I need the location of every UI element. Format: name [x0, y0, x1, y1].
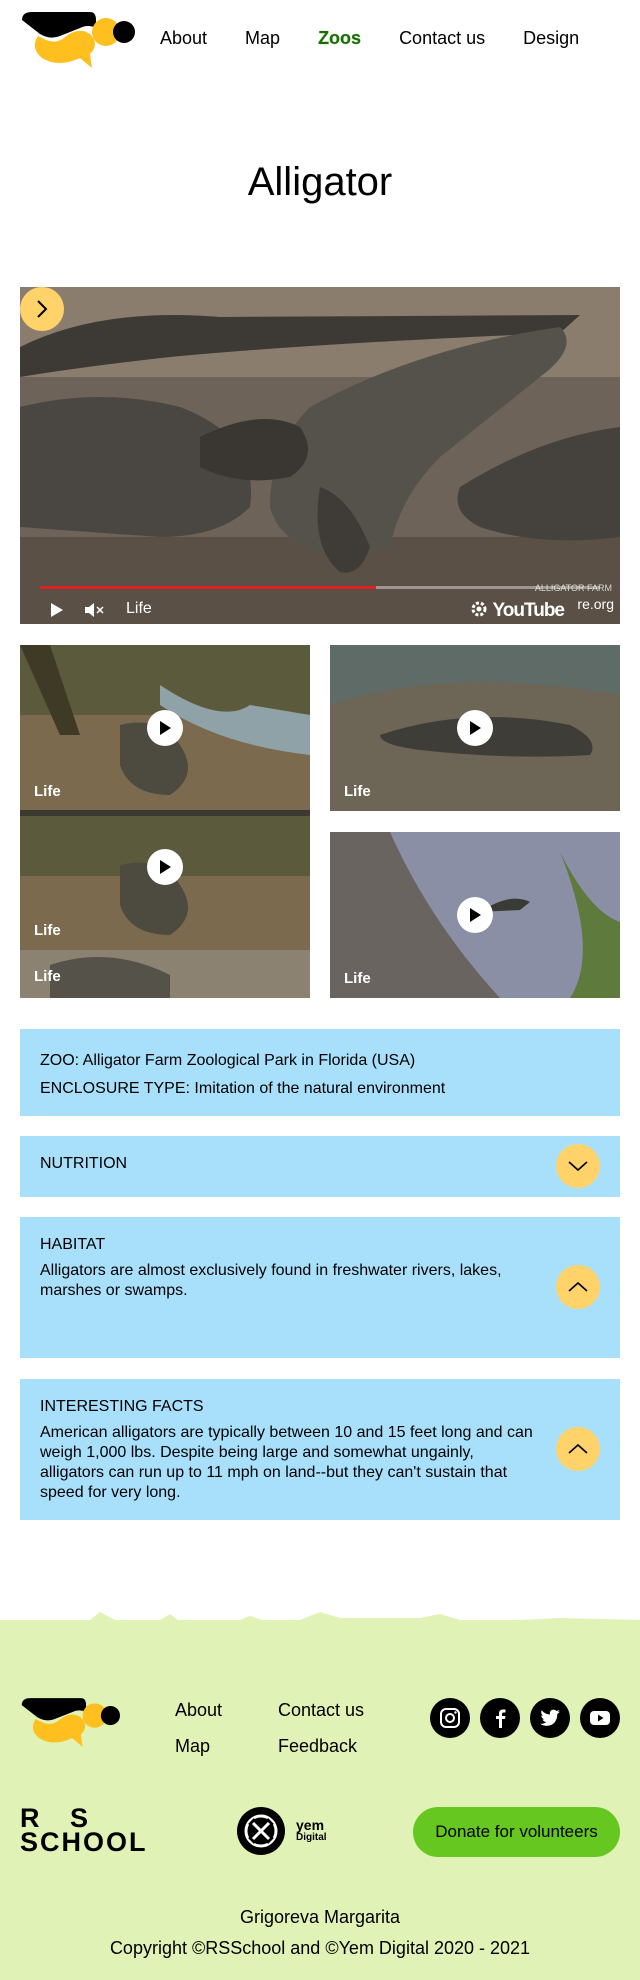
footer-author: Grigoreva Margarita [239, 1907, 401, 1927]
nav-item-about[interactable]: About [160, 28, 207, 49]
accordion-text: American alligators are typically betwee… [40, 1424, 533, 1501]
accordion-toggle-button[interactable] [556, 1265, 600, 1309]
play-icon [160, 860, 171, 874]
next-video-button[interactable] [20, 287, 64, 331]
twitter-glyph [540, 1709, 560, 1726]
accordion-toggle-button[interactable] [556, 1144, 600, 1188]
site-header: About Map Zoos Contact us Design [0, 0, 640, 80]
thumb-live-label: Life [344, 783, 371, 800]
youtube-logo[interactable]: YouTube [493, 600, 565, 622]
thumb-live-label: Life [344, 970, 371, 987]
rs-logo-line: SCHOOL [20, 1827, 148, 1857]
thumb-live-label: Life [34, 922, 61, 939]
play-button[interactable] [147, 710, 183, 746]
accordion-toggle-button[interactable] [556, 1427, 600, 1471]
video-progress-fill [40, 586, 376, 589]
accordion-title: HABITAT [40, 1236, 106, 1253]
accordion-nutrition[interactable]: NUTRITION [20, 1136, 620, 1197]
video-thumb-3[interactable]: Life [330, 832, 620, 998]
youtube-icon[interactable] [580, 1698, 620, 1738]
play-button[interactable] [457, 710, 493, 746]
play-icon [470, 908, 481, 922]
accordion-habitat[interactable]: HABITAT Alligators are almost exclusivel… [20, 1217, 620, 1358]
alligator-video-frame [20, 287, 620, 624]
footer-link-about[interactable]: About [175, 1700, 222, 1721]
footer-link-contact-us[interactable]: Contact us [278, 1700, 364, 1721]
mute-icon[interactable] [84, 602, 104, 618]
enclosure-type: ENCLOSURE TYPE: Imitation of the natural… [40, 1080, 446, 1097]
play-button[interactable] [457, 897, 493, 933]
accordion-text: Alligators are almost exclusively found … [40, 1262, 502, 1299]
facebook-icon[interactable] [480, 1698, 520, 1738]
chevron-up-icon [568, 1281, 588, 1292]
footer-logo[interactable] [20, 1695, 120, 1750]
gear-icon[interactable] [470, 600, 488, 618]
chevron-down-icon [568, 1161, 588, 1172]
site-logo[interactable] [20, 10, 135, 70]
main-nav: About Map Zoos Contact us Design [160, 28, 617, 49]
play-button[interactable] [147, 849, 183, 885]
yem-logo-subtext: Digital [296, 1832, 327, 1843]
chevron-right-icon [37, 300, 48, 318]
rs-school-logo[interactable]: R S SCHOOL [20, 1805, 148, 1857]
main-video-player[interactable]: ALLIGATOR FARM Life YouTube re.org [20, 287, 620, 624]
video-thumb-2[interactable]: Life [330, 645, 620, 811]
video-site-label: re.org [577, 596, 614, 612]
zoo-name: ZOO: Alligator Farm Zoological Park in F… [40, 1052, 416, 1069]
play-icon[interactable] [50, 602, 64, 618]
instagram-icon[interactable] [430, 1698, 470, 1738]
facebook-glyph [496, 1709, 506, 1728]
yem-logo-icon [237, 1807, 285, 1855]
youtube-glyph [590, 1711, 610, 1725]
yem-logo-text: yem [296, 1817, 325, 1833]
donate-button[interactable]: Donate for volunteers [413, 1807, 620, 1857]
footer-copyright: Copyright ©RSSchool and ©Yem Digital 202… [109, 1938, 531, 1958]
instagram-glyph [440, 1708, 460, 1728]
video-thumb-1[interactable]: Life Life Life [20, 645, 310, 998]
thumb-live-label: Life [34, 968, 61, 985]
nav-item-contact-us[interactable]: Contact us [399, 28, 485, 49]
nav-item-zoos[interactable]: Zoos [318, 28, 361, 49]
nav-item-map[interactable]: Map [245, 28, 280, 49]
thumb-live-label: Life [34, 783, 61, 800]
video-progress-bar[interactable] [40, 586, 600, 589]
page-title: Alligator [247, 160, 393, 204]
video-controls: Life YouTube re.org [20, 592, 620, 624]
alligator-thumb-image [20, 645, 310, 998]
accordion-title: NUTRITION [40, 1155, 128, 1172]
twitter-icon[interactable] [530, 1698, 570, 1738]
chevron-up-icon [568, 1443, 588, 1454]
footer-link-map[interactable]: Map [175, 1736, 210, 1757]
play-icon [160, 721, 171, 735]
accordion-interesting-facts[interactable]: INTERESTING FACTS American alligators ar… [20, 1379, 620, 1520]
zoo-info-box: ZOO: Alligator Farm Zoological Park in F… [20, 1029, 620, 1116]
nav-item-design[interactable]: Design [523, 28, 579, 49]
footer-link-feedback[interactable]: Feedback [278, 1736, 357, 1757]
video-live-label: Life [126, 600, 152, 617]
accordion-title: INTERESTING FACTS [40, 1398, 204, 1415]
play-icon [470, 721, 481, 735]
